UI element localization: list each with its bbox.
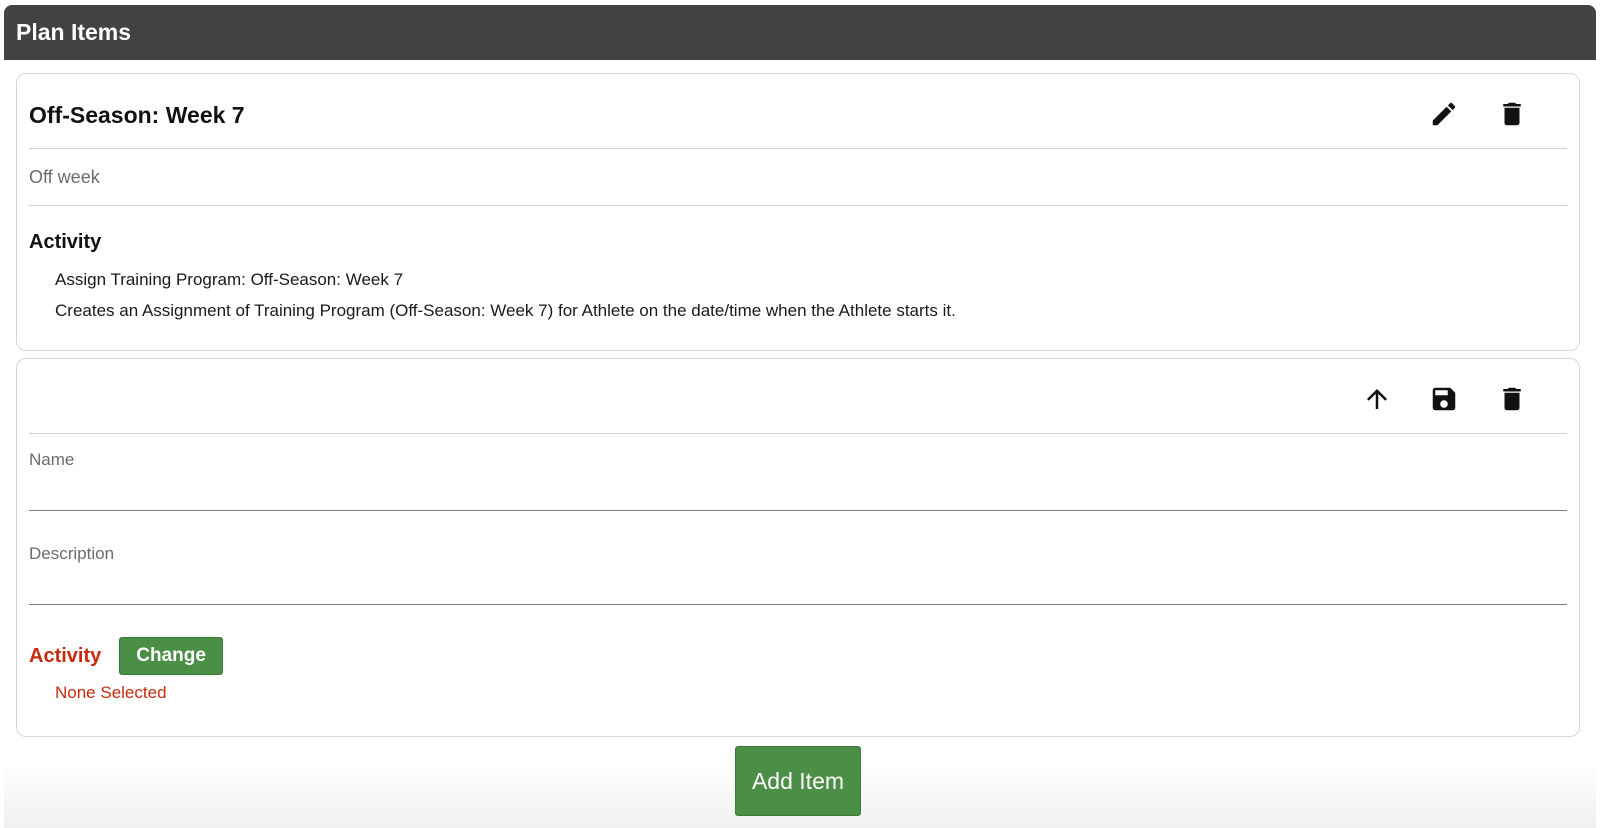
name-label: Name [29,450,75,469]
delete-icon[interactable] [1494,96,1530,132]
activity-heading: Activity [29,231,102,253]
plan-item-description: Off week [29,150,1567,206]
plan-item-header: Off-Season: Week 7 [29,74,1567,149]
activity-details: Creates an Assignment of Training Progra… [55,301,956,320]
plan-items-panel: Plan Items Off-Season: Week 7 Off week A… [4,5,1596,828]
plan-item-title: Off-Season: Week 7 [29,102,245,128]
arrow-up-icon[interactable] [1359,381,1395,417]
change-activity-button[interactable]: Change [119,637,223,675]
panel-header: Plan Items [4,5,1596,60]
new-plan-item-card: Name Description Activity Change None Se… [16,358,1580,737]
name-field: Name [29,445,1567,511]
delete-icon[interactable] [1494,381,1530,417]
plan-item-card: Off-Season: Week 7 Off week Activity Ass… [16,73,1580,351]
activity-selector: Activity Change [29,637,223,675]
new-item-toolbar [29,359,1567,434]
panel-title: Plan Items [16,19,132,45]
edit-icon[interactable] [1426,96,1462,132]
activity-summary: Assign Training Program: Off-Season: Wee… [55,270,404,289]
add-item-label: Add Item [751,767,845,794]
activity-selection-status: None Selected [55,683,167,702]
add-item-button[interactable]: Add Item [735,746,861,816]
description-field: Description [29,539,1567,605]
activity-label: Activity [29,644,102,667]
name-input[interactable] [29,478,1567,508]
description-input[interactable] [29,572,1567,602]
save-icon[interactable] [1426,381,1462,417]
description-label: Description [29,544,115,563]
